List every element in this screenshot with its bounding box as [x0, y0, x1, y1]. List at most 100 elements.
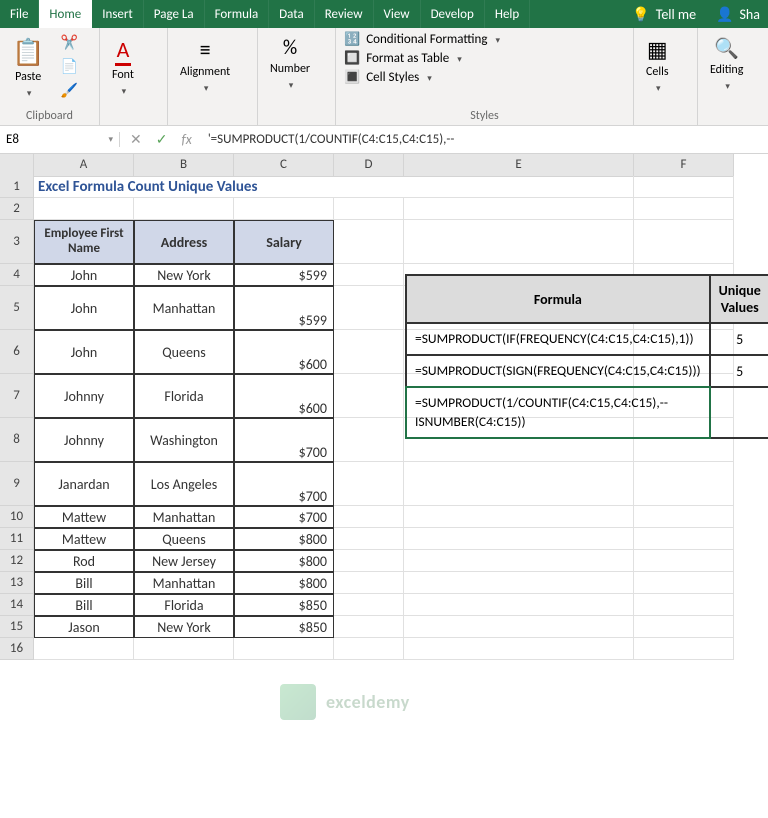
- salary-cell[interactable]: $700: [234, 506, 334, 528]
- address-cell[interactable]: Florida: [134, 374, 234, 418]
- address-cell[interactable]: Florida: [134, 594, 234, 616]
- empty-cell[interactable]: [334, 286, 404, 330]
- select-all-corner[interactable]: [0, 154, 34, 177]
- conditional-formatting-button[interactable]: 🔢Conditional Formatting: [344, 32, 625, 47]
- salary-cell[interactable]: $599: [234, 286, 334, 330]
- employee-name-cell[interactable]: Bill: [34, 594, 134, 616]
- row-header[interactable]: 7: [0, 374, 34, 418]
- row-header[interactable]: 2: [0, 198, 34, 220]
- format-as-table-button[interactable]: 🔲Format as Table: [344, 51, 625, 66]
- confirm-formula-icon[interactable]: ✓: [156, 131, 168, 148]
- fx-icon[interactable]: fx: [181, 131, 191, 148]
- empty-cell[interactable]: [334, 220, 404, 264]
- salary-cell[interactable]: $600: [234, 374, 334, 418]
- row-header[interactable]: 12: [0, 550, 34, 572]
- empty-cell[interactable]: [334, 374, 404, 418]
- empty-cell[interactable]: [334, 638, 404, 660]
- empty-cell[interactable]: [334, 198, 404, 220]
- address-cell[interactable]: New York: [134, 616, 234, 638]
- employee-name-cell[interactable]: Bill: [34, 572, 134, 594]
- salary-cell[interactable]: $800: [234, 550, 334, 572]
- empty-cell[interactable]: [404, 572, 634, 594]
- salary-cell[interactable]: $599: [234, 264, 334, 286]
- name-box[interactable]: E8▾: [0, 132, 120, 147]
- salary-cell[interactable]: $700: [234, 462, 334, 506]
- header-address[interactable]: Address: [134, 220, 234, 264]
- salary-cell[interactable]: $800: [234, 528, 334, 550]
- row-header[interactable]: 15: [0, 616, 34, 638]
- share-label[interactable]: Sha: [740, 6, 761, 23]
- formula-cell-selected[interactable]: =SUMPRODUCT(1/COUNTIF(C4:C15,C4:C15),--I…: [406, 387, 710, 437]
- empty-cell[interactable]: [634, 176, 734, 198]
- empty-cell[interactable]: [334, 462, 404, 506]
- format-painter-button[interactable]: 🖌️: [58, 80, 80, 100]
- employee-name-cell[interactable]: Johnny: [34, 418, 134, 462]
- row-header[interactable]: 11: [0, 528, 34, 550]
- employee-name-cell[interactable]: John: [34, 264, 134, 286]
- address-cell[interactable]: Queens: [134, 330, 234, 374]
- empty-cell[interactable]: [404, 528, 634, 550]
- empty-cell[interactable]: [404, 220, 634, 264]
- empty-cell[interactable]: [404, 506, 634, 528]
- row-header[interactable]: 1: [0, 176, 34, 198]
- empty-cell[interactable]: [334, 594, 404, 616]
- paste-button[interactable]: 📋 Paste: [8, 32, 48, 104]
- col-header[interactable]: F: [634, 154, 734, 177]
- employee-name-cell[interactable]: Johnny: [34, 374, 134, 418]
- empty-cell[interactable]: [404, 594, 634, 616]
- empty-cell[interactable]: [34, 638, 134, 660]
- address-cell[interactable]: Manhattan: [134, 572, 234, 594]
- copy-button[interactable]: 📄: [58, 56, 80, 76]
- number-dropdown[interactable]: [287, 78, 294, 92]
- header-employee[interactable]: Employee First Name: [34, 220, 134, 264]
- empty-cell[interactable]: [634, 572, 734, 594]
- tab-help[interactable]: Help: [485, 0, 530, 28]
- formula-cell[interactable]: =SUMPRODUCT(IF(FREQUENCY(C4:C15,C4:C15),…: [406, 323, 710, 355]
- header-salary[interactable]: Salary: [234, 220, 334, 264]
- address-cell[interactable]: New Jersey: [134, 550, 234, 572]
- employee-name-cell[interactable]: Mattew: [34, 506, 134, 528]
- row-header[interactable]: 9: [0, 462, 34, 506]
- employee-name-cell[interactable]: Rod: [34, 550, 134, 572]
- font-dropdown[interactable]: [120, 84, 127, 98]
- editing-group-button[interactable]: 🔍Editing: [706, 32, 747, 97]
- empty-cell[interactable]: [404, 198, 634, 220]
- address-cell[interactable]: Queens: [134, 528, 234, 550]
- fmttable-dropdown[interactable]: [455, 51, 462, 66]
- col-header[interactable]: D: [334, 154, 404, 177]
- empty-cell[interactable]: [404, 176, 634, 198]
- tab-file[interactable]: File: [0, 0, 39, 28]
- empty-cell[interactable]: [134, 198, 234, 220]
- cut-button[interactable]: ✂️: [58, 32, 80, 52]
- name-box-dropdown[interactable]: ▾: [108, 134, 113, 145]
- number-group-button[interactable]: %Number: [266, 32, 314, 96]
- empty-cell[interactable]: [334, 506, 404, 528]
- tab-view[interactable]: View: [374, 0, 421, 28]
- row-header[interactable]: 4: [0, 264, 34, 286]
- tab-review[interactable]: Review: [315, 0, 374, 28]
- alignment-group-button[interactable]: ≡Alignment: [176, 32, 234, 99]
- address-cell[interactable]: Manhattan: [134, 286, 234, 330]
- employee-name-cell[interactable]: John: [34, 330, 134, 374]
- employee-name-cell[interactable]: Janardan: [34, 462, 134, 506]
- cells-group-button[interactable]: ▦Cells: [642, 32, 673, 99]
- employee-name-cell[interactable]: Mattew: [34, 528, 134, 550]
- row-header[interactable]: 3: [0, 220, 34, 264]
- tab-developer[interactable]: Develop: [421, 0, 485, 28]
- row-header[interactable]: 14: [0, 594, 34, 616]
- cells-dropdown[interactable]: [654, 81, 661, 95]
- employee-name-cell[interactable]: John: [34, 286, 134, 330]
- tab-home[interactable]: Home: [39, 0, 92, 28]
- empty-cell[interactable]: [334, 572, 404, 594]
- row-header[interactable]: 5: [0, 286, 34, 330]
- col-header[interactable]: E: [404, 154, 634, 177]
- salary-cell[interactable]: $600: [234, 330, 334, 374]
- empty-cell[interactable]: [234, 638, 334, 660]
- empty-cell[interactable]: [334, 616, 404, 638]
- row-header[interactable]: 6: [0, 330, 34, 374]
- alignment-dropdown[interactable]: [202, 81, 209, 95]
- editing-dropdown[interactable]: [723, 79, 730, 93]
- address-cell[interactable]: New York: [134, 264, 234, 286]
- empty-cell[interactable]: [634, 594, 734, 616]
- address-cell[interactable]: Manhattan: [134, 506, 234, 528]
